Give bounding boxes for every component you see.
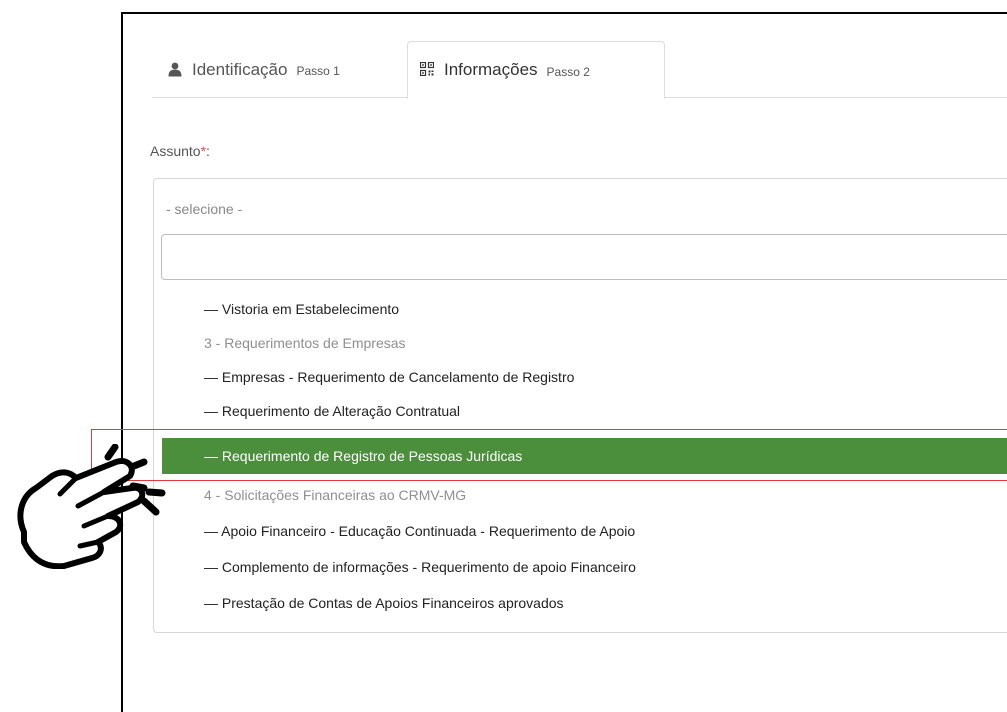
subject-dropdown[interactable]: - selecione - — Vistoria em Estabelecime… [153,178,1007,633]
subject-label: Assunto*: [150,143,210,159]
user-icon [168,62,184,78]
option-vistoria[interactable]: — Vistoria em Estabelecimento [162,292,1007,325]
pointing-hand-icon [17,444,166,569]
option-cancelamento-registro[interactable]: — Empresas - Requerimento de Cancelament… [162,360,1007,393]
option-alteracao-contratual[interactable]: — Requerimento de Alteração Contratual [162,394,1007,427]
tab-identificacao[interactable]: Identificação Passo 1 [152,41,402,98]
select-placeholder[interactable]: - selecione - [166,201,242,217]
optgroup-requerimentos-empresas: 3 - Requerimentos de Empresas [204,334,406,351]
tab-label: Informações [444,60,538,79]
option-apoio-financeiro[interactable]: — Apoio Financeiro - Educação Continuada… [162,514,1007,547]
tab-label: Identificação [192,59,288,79]
option-complemento-informacoes[interactable]: — Complemento de informações - Requerime… [162,550,1007,583]
highlight-box [91,429,1007,481]
tab-informacoes[interactable]: Informações Passo 2 [407,41,665,99]
label-suffix: : [206,143,210,159]
optgroup-solicitacoes-financeiras: 4 - Solicitações Financeiras ao CRMV-MG [204,486,467,503]
qrcode-icon [420,62,436,78]
dropdown-search-input[interactable] [161,234,1007,280]
subject-label-text: Assunto [150,143,201,159]
option-prestacao-contas[interactable]: — Prestação de Contas de Apoios Financei… [162,586,1007,619]
tab-step: Passo 1 [296,64,340,78]
tab-step: Passo 2 [546,64,590,79]
